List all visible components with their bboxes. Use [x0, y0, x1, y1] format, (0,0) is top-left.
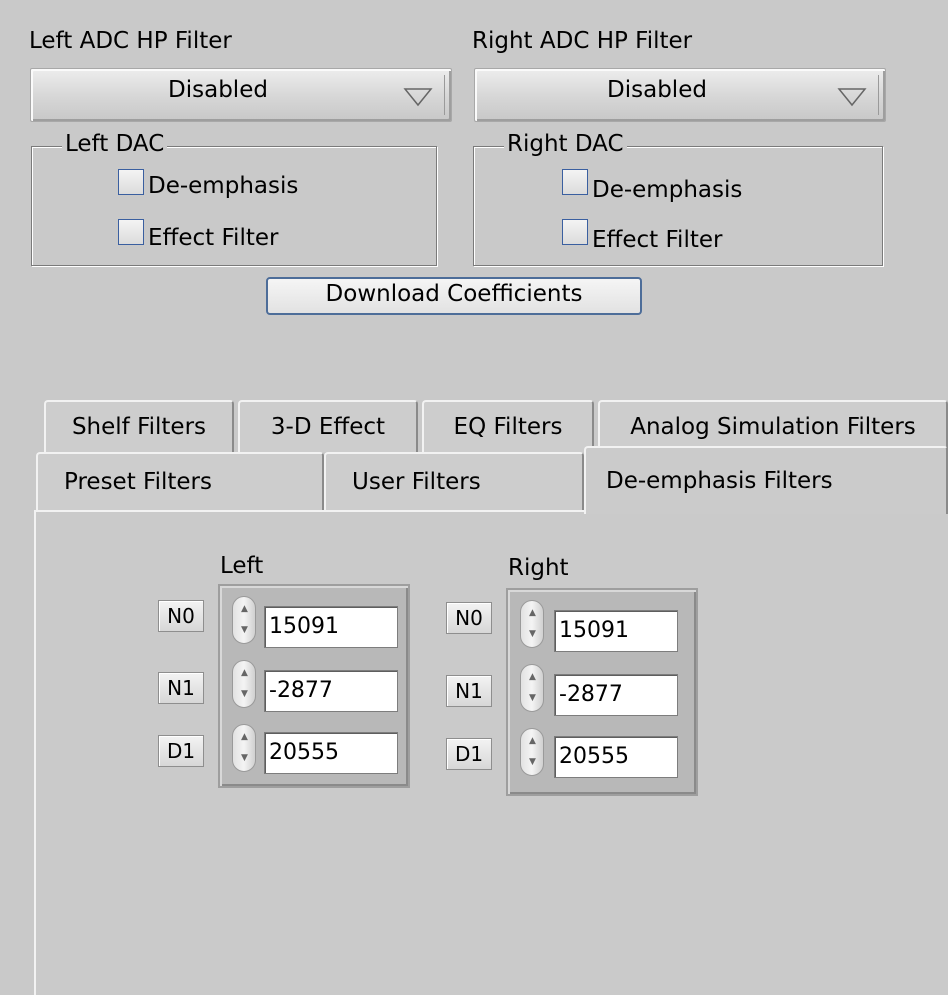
- left-n0-label: N0: [158, 600, 204, 632]
- right-adc-hp-filter-label: Right ADC HP Filter: [472, 28, 693, 54]
- right-n1-input[interactable]: -2877: [554, 674, 678, 716]
- left-deemphasis-checkbox[interactable]: [118, 169, 144, 195]
- dropdown-separator: [878, 75, 885, 115]
- left-dac-title: Left DAC: [62, 133, 168, 156]
- right-deemphasis-checkbox[interactable]: [562, 169, 588, 195]
- right-effect-filter-label: Effect Filter: [592, 227, 723, 253]
- left-adc-hp-filter-value: Disabled: [168, 77, 268, 103]
- right-dac-group: Right DAC De-emphasis Effect Filter: [473, 133, 883, 266]
- left-n0-input[interactable]: 15091: [264, 606, 398, 648]
- download-coefficients-button[interactable]: Download Coefficients: [266, 277, 642, 315]
- tab-analog-simulation-filters[interactable]: Analog Simulation Filters: [598, 400, 948, 452]
- chevron-down-icon: [837, 88, 867, 107]
- right-n0-spinner[interactable]: ▲ ▼: [520, 600, 544, 648]
- left-n1-label: N1: [158, 672, 204, 704]
- right-effect-filter-checkbox[interactable]: [562, 219, 588, 245]
- left-n1-spinner[interactable]: ▲ ▼: [232, 660, 256, 708]
- right-n1-label: N1: [446, 675, 492, 707]
- left-adc-hp-filter-label: Left ADC HP Filter: [29, 28, 232, 54]
- left-adc-hp-filter-dropdown[interactable]: Disabled: [30, 68, 452, 122]
- right-d1-label: D1: [446, 738, 492, 770]
- left-effect-filter-label: Effect Filter: [148, 225, 279, 251]
- left-n1-input[interactable]: -2877: [264, 670, 398, 712]
- right-d1-input[interactable]: 20555: [554, 736, 678, 778]
- left-d1-spinner[interactable]: ▲ ▼: [232, 724, 256, 772]
- tab-3d-effect[interactable]: 3-D Effect: [238, 400, 418, 452]
- left-coeff-title: Left: [220, 553, 264, 579]
- left-d1-input[interactable]: 20555: [264, 732, 398, 774]
- left-dac-group: Left DAC De-emphasis Effect Filter: [31, 133, 437, 266]
- left-deemphasis-label: De-emphasis: [148, 173, 299, 199]
- chevron-down-icon: [403, 88, 433, 107]
- right-n1-spinner[interactable]: ▲ ▼: [520, 664, 544, 712]
- tab-preset-filters[interactable]: Preset Filters: [36, 452, 324, 510]
- left-n0-spinner[interactable]: ▲ ▼: [232, 596, 256, 644]
- right-adc-hp-filter-dropdown[interactable]: Disabled: [474, 68, 886, 122]
- right-deemphasis-label: De-emphasis: [592, 177, 743, 203]
- tab-deemphasis-filters[interactable]: De-emphasis Filters: [584, 446, 948, 514]
- left-effect-filter-checkbox[interactable]: [118, 219, 144, 245]
- right-d1-spinner[interactable]: ▲ ▼: [520, 728, 544, 776]
- tab-eq-filters[interactable]: EQ Filters: [422, 400, 594, 452]
- right-adc-hp-filter-value: Disabled: [607, 77, 707, 103]
- right-dac-title: Right DAC: [504, 133, 627, 156]
- tab-shelf-filters[interactable]: Shelf Filters: [44, 400, 234, 452]
- right-coeff-title: Right: [508, 555, 569, 581]
- dropdown-separator: [444, 75, 451, 115]
- tab-user-filters[interactable]: User Filters: [324, 452, 584, 510]
- left-d1-label: D1: [158, 735, 204, 767]
- right-n0-input[interactable]: 15091: [554, 610, 678, 652]
- right-n0-label: N0: [446, 602, 492, 634]
